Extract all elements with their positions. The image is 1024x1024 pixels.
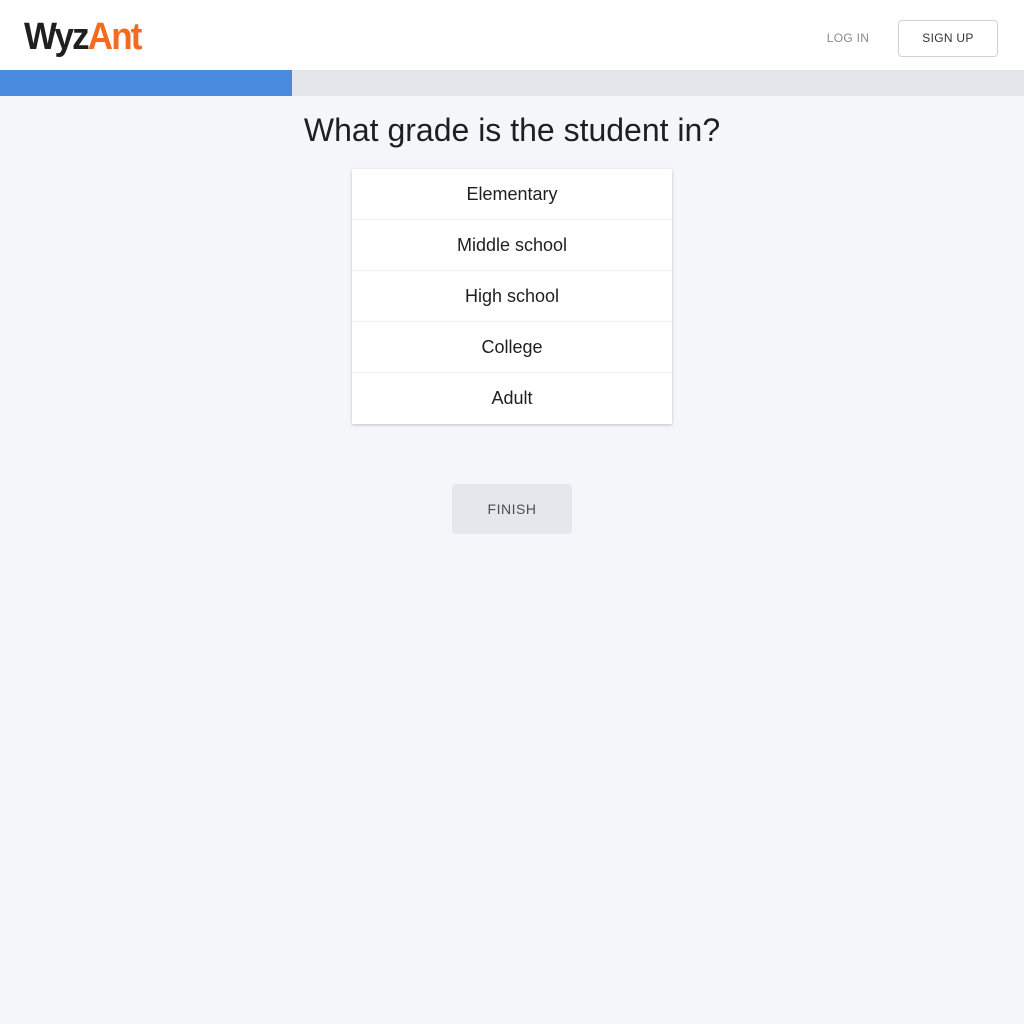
login-link[interactable]: LOG IN xyxy=(812,20,884,57)
site-header: Wyz Ant LOG IN SIGN UP xyxy=(0,0,1024,70)
option-adult[interactable]: Adult xyxy=(352,373,672,424)
option-elementary[interactable]: Elementary xyxy=(352,169,672,220)
option-middle-school[interactable]: Middle school xyxy=(352,220,672,271)
logo-text-wyz: Wyz xyxy=(24,16,90,58)
logo-text-ant: Ant xyxy=(87,16,143,58)
signup-button[interactable]: SIGN UP xyxy=(898,20,998,57)
wyzant-logo[interactable]: Wyz Ant xyxy=(24,14,143,58)
finish-button[interactable]: FINISH xyxy=(452,484,572,534)
progress-bar-fill xyxy=(0,70,292,96)
question-title: What grade is the student in? xyxy=(303,112,721,148)
option-college[interactable]: College xyxy=(352,322,672,373)
grade-options-list: Elementary Middle school High school Col… xyxy=(352,169,672,424)
option-high-school[interactable]: High school xyxy=(352,271,672,322)
progress-bar xyxy=(0,70,1024,96)
